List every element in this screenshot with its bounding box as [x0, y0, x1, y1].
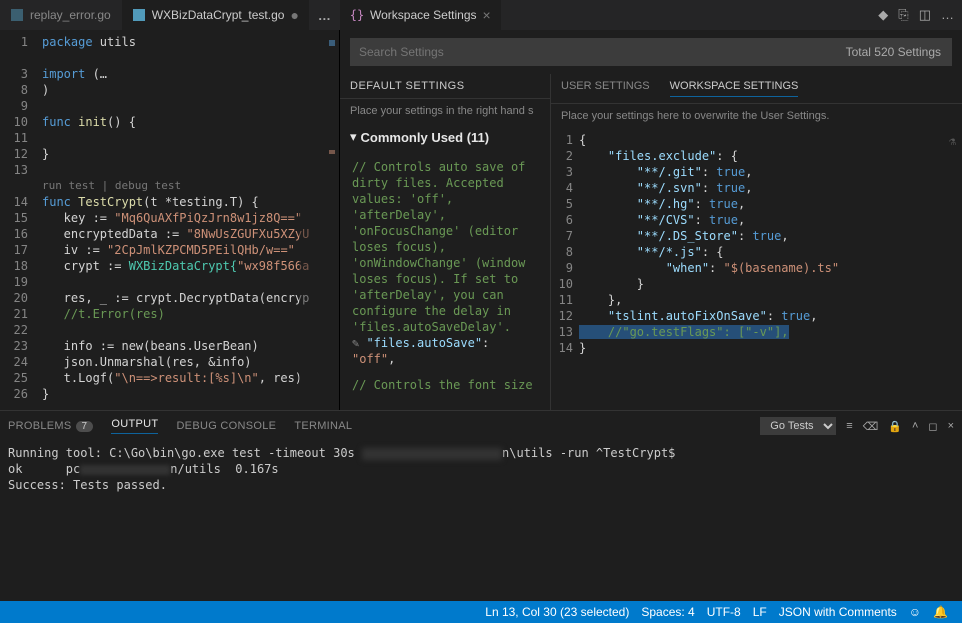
feedback-icon[interactable]: ☺ — [909, 605, 921, 619]
beaker-icon[interactable]: ⚗ — [949, 134, 956, 148]
close-icon[interactable]: ● — [290, 7, 298, 23]
bell-icon[interactable]: 🔔 — [933, 605, 948, 619]
json-code[interactable]: { "files.exclude": { "**/.git": true, "*… — [579, 128, 962, 410]
status-language[interactable]: JSON with Comments — [779, 605, 897, 619]
status-encoding[interactable]: UTF-8 — [707, 605, 741, 619]
output-content[interactable]: Running tool: C:\Go\bin\go.exe test -tim… — [0, 441, 962, 598]
tab-label: Workspace Settings — [370, 8, 477, 22]
workspace-settings-hint: Place your settings here to overwrite th… — [551, 104, 962, 128]
go-file-icon — [132, 8, 146, 22]
close-icon[interactable]: × — [483, 7, 491, 23]
tab-workspace-settings[interactable]: WORKSPACE SETTINGS — [670, 80, 799, 97]
panel-controls: Go Tests ≡ ⌫ 🔒 ˄ ◻ × — [760, 417, 954, 435]
settings-total: Total 520 Settings — [836, 45, 951, 59]
panel-tabs: PROBLEMS7 OUTPUT DEBUG CONSOLE TERMINAL … — [0, 411, 962, 441]
search-input[interactable] — [351, 45, 836, 59]
settings-search-box[interactable]: Total 520 Settings — [350, 38, 952, 66]
tab-wxbizdatacrypt[interactable]: WXBizDataCrypt_test.go ● — [122, 0, 310, 30]
default-settings-column: DEFAULT SETTINGS Place your settings in … — [340, 74, 550, 410]
tabs-right-group: {} Workspace Settings × ◆ ⎘ ◫ … — [340, 0, 962, 30]
setting-description: // Controls the font size — [340, 377, 550, 393]
status-bar: Ln 13, Col 30 (23 selected) Spaces: 4 UT… — [0, 601, 962, 623]
tab-replay-error[interactable]: replay_error.go — [0, 0, 122, 30]
settings-pane: Total 520 Settings DEFAULT SETTINGS Plac… — [340, 30, 962, 410]
status-ln-col[interactable]: Ln 13, Col 30 (23 selected) — [485, 605, 629, 619]
tab-label: WXBizDataCrypt_test.go — [152, 8, 285, 22]
minimap[interactable] — [299, 30, 339, 410]
settings-body: DEFAULT SETTINGS Place your settings in … — [340, 74, 962, 410]
selected-text[interactable]: //"go.testFlags": ["-v"], — [579, 325, 789, 339]
more-icon[interactable]: … — [941, 7, 954, 23]
line-gutter: 13891011121314151617181920212223242526 — [0, 30, 36, 410]
codelens[interactable]: run test | debug test — [36, 178, 339, 194]
status-eol[interactable]: LF — [753, 605, 767, 619]
setting-keyvalue[interactable]: ✎ "files.autoSave": "off", — [340, 335, 550, 367]
output-channel-select[interactable]: Go Tests — [760, 417, 836, 435]
filter-icon[interactable]: ≡ — [846, 420, 852, 432]
settings-search-row: Total 520 Settings — [340, 30, 962, 74]
tab-label: replay_error.go — [30, 8, 111, 22]
default-settings-hint: Place your settings in the right hand s — [340, 99, 550, 123]
editor-controls: ◆ ⎘ ◫ … — [878, 7, 962, 23]
chevron-up-icon[interactable]: ˄ — [912, 420, 918, 432]
tab-output[interactable]: OUTPUT — [111, 418, 158, 434]
diff-icon[interactable]: ◆ — [878, 7, 888, 23]
main-split: 13891011121314151617181920212223242526 p… — [0, 30, 962, 410]
maximize-icon[interactable]: ◻ — [928, 420, 937, 433]
redacted-path — [362, 448, 502, 460]
close-icon[interactable]: × — [948, 420, 954, 432]
tabs-left-group: replay_error.go WXBizDataCrypt_test.go ●… — [0, 0, 340, 30]
clear-icon[interactable]: ⌫ — [863, 420, 879, 433]
section-commonly-used[interactable]: ▾Commonly Used (11) — [340, 123, 550, 151]
tab-problems[interactable]: PROBLEMS7 — [8, 420, 93, 432]
code-area[interactable]: package utils import (… ) func init() { … — [36, 30, 339, 410]
tab-workspace-settings[interactable]: {} Workspace Settings × — [340, 0, 502, 30]
tab-debug-console[interactable]: DEBUG CONSOLE — [176, 420, 276, 432]
bottom-panel: PROBLEMS7 OUTPUT DEBUG CONSOLE TERMINAL … — [0, 410, 962, 598]
split-editor-icon[interactable]: ◫ — [919, 7, 931, 23]
open-settings-icon[interactable]: ⎘ — [898, 7, 908, 23]
user-workspace-settings-column: USER SETTINGS WORKSPACE SETTINGS Place y… — [550, 74, 962, 410]
chevron-down-icon: ▾ — [350, 129, 357, 145]
editor-pane: 13891011121314151617181920212223242526 p… — [0, 30, 340, 410]
tab-user-settings[interactable]: USER SETTINGS — [561, 80, 650, 97]
braces-icon: {} — [350, 8, 364, 22]
redacted-path — [80, 465, 170, 475]
settings-scope-tabs: USER SETTINGS WORKSPACE SETTINGS — [551, 74, 962, 104]
pencil-icon[interactable]: ✎ — [352, 336, 366, 350]
tab-overflow[interactable]: … — [310, 8, 339, 23]
problems-badge: 7 — [76, 421, 94, 432]
settings-json-editor[interactable]: 1234567891011121314 { "files.exclude": {… — [551, 128, 962, 410]
status-spaces[interactable]: Spaces: 4 — [641, 605, 694, 619]
json-gutter: 1234567891011121314 — [551, 128, 579, 410]
tabs-row: replay_error.go WXBizDataCrypt_test.go ●… — [0, 0, 962, 30]
setting-description: // Controls auto save of dirty files. Ac… — [340, 159, 550, 335]
default-settings-head: DEFAULT SETTINGS — [340, 74, 550, 99]
go-file-icon — [10, 8, 24, 22]
tab-terminal[interactable]: TERMINAL — [294, 420, 352, 432]
lock-scroll-icon[interactable]: 🔒 — [888, 420, 902, 433]
